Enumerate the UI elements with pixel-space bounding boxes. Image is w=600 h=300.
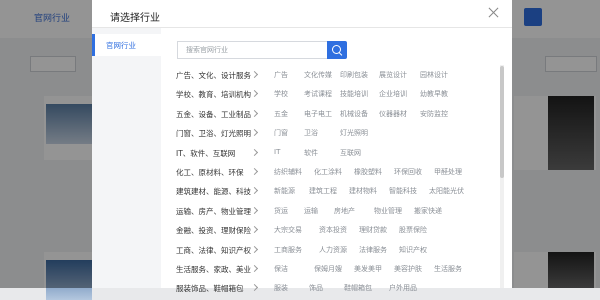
subcategory-tag[interactable]: 卫浴 [304,128,318,138]
subcategory-tag[interactable]: 大宗交易 [274,225,302,235]
subcategory-tag[interactable]: 服装 [274,283,288,293]
category-row: 服装饰品、鞋帽箱包 服装 饰品 鞋帽箱包 户外用品 [92,278,492,298]
subcategory-tag[interactable]: 甲醛处理 [434,167,462,177]
subcategory-tag[interactable]: 饰品 [309,283,323,293]
subcategory-tag[interactable]: 知识产权 [399,245,427,255]
subcategory-tag[interactable]: 五金 [274,109,288,119]
chevron-right-icon [250,206,259,214]
subcategory-tag[interactable]: 园林设计 [420,70,448,80]
subcategory-tag[interactable]: 展览设计 [379,70,407,80]
search-button[interactable] [327,41,347,59]
sidebar-item-label: 官网行业 [106,41,136,50]
chevron-right-icon [250,70,259,79]
close-icon[interactable] [487,6,501,20]
subcategory-tag[interactable]: 企业培训 [379,89,407,99]
chevron-right-icon [250,187,259,195]
subcategory-tag[interactable]: 工商服务 [274,245,302,255]
category-name[interactable]: 运输、房产、物业管理 [176,206,251,217]
category-row: 五金、设备、工业制品 五金 电子电工 机械设备 仪器器材 安防监控 [92,104,492,124]
category-name[interactable]: 工商、法律、知识产权 [176,245,251,256]
chevron-right-icon [250,245,259,253]
subcategory-tag[interactable]: 技能培训 [340,89,368,99]
subcategory-tag[interactable]: 房地产 [334,206,355,216]
subcategory-tag[interactable]: 资本投资 [319,225,347,235]
category-row: 工商、法律、知识产权 工商服务 人力资源 法律服务 知识产权 [92,240,492,260]
subcategory-tag[interactable]: 学校 [274,89,288,99]
category-row: 建筑建材、能源、科技 新能源 建筑工程 建材物料 智能科技 太阳能光伏 [92,181,492,201]
subcategory-tag[interactable]: 鞋帽箱包 [344,283,372,293]
subcategory-tag[interactable]: 理财贷款 [359,225,387,235]
subcategory-tag[interactable]: 股票保险 [399,225,427,235]
subcategory-tag[interactable]: 化工涂料 [314,167,342,177]
subcategory-tag[interactable]: IT [274,148,280,156]
category-name[interactable]: 建筑建材、能源、科技 [176,186,251,197]
category-name[interactable]: 金融、投资、理财保险 [176,225,251,236]
subcategory-tag[interactable]: 安防监控 [420,109,448,119]
category-row: 学校、教育、培训机构 学校 考试课程 技能培训 企业培训 幼教早教 [92,84,492,104]
category-row: IT、软件、互联网 IT 软件 互联网 [92,143,492,163]
subcategory-tag[interactable]: 人力资源 [319,245,347,255]
subcategory-tag[interactable]: 生活服务 [434,264,462,274]
chevron-right-icon [250,90,259,98]
subcategory-tag[interactable]: 建筑工程 [309,186,337,196]
category-name[interactable]: 服装饰品、鞋帽箱包 [176,283,244,294]
subcategory-tag[interactable]: 印刷包装 [340,70,368,80]
subcategory-tag[interactable]: 环保回收 [394,167,422,177]
chevron-right-icon [250,148,259,156]
category-name[interactable]: 学校、教育、培训机构 [176,89,251,100]
subcategory-tag[interactable]: 幼教早教 [420,89,448,99]
active-indicator [92,34,95,56]
subcategory-tag[interactable]: 运输 [304,206,318,216]
subcategory-tag[interactable]: 软件 [304,148,318,158]
category-name[interactable]: 门窗、卫浴、灯光照明 [176,128,251,139]
scrollbar-thumb[interactable] [500,66,504,178]
category-name[interactable]: 五金、设备、工业制品 [176,109,251,120]
subcategory-tag[interactable]: 新能源 [274,186,295,196]
category-row: 运输、房产、物业管理 货运 运输 房地产 物业管理 搬家快递 [92,201,492,221]
subcategory-tag[interactable]: 建材物料 [349,186,377,196]
chevron-right-icon [250,167,259,176]
subcategory-tag[interactable]: 搬家快递 [414,206,442,216]
category-row: 金融、投资、理财保险 大宗交易 资本投资 理财贷款 股票保险 [92,220,492,240]
subcategory-tag[interactable]: 美容护肤 [394,264,422,274]
subcategory-tag[interactable]: 仪器器材 [379,109,407,119]
chevron-right-icon [250,226,259,234]
subcategory-tag[interactable]: 机械设备 [340,109,368,119]
subcategory-tag[interactable]: 互联网 [340,148,361,158]
category-name[interactable]: IT、软件、互联网 [176,148,235,159]
subcategory-tag[interactable]: 文化传媒 [304,70,332,80]
category-name[interactable]: 化工、原材料、环保 [176,167,244,178]
chevron-right-icon [250,109,259,117]
chevron-right-icon [250,264,259,273]
category-row: 生活服务、家政、美业 保洁 保姆月嫂 美发美甲 美容护肤 生活服务 [92,259,492,279]
subcategory-tag[interactable]: 法律服务 [359,245,387,255]
industry-select-dialog: 请选择行业 官网行业 广告、文化、设计服务 广告 文化传媒印刷包装 展览设计 园林设计学… [92,0,512,293]
subcategory-tag[interactable]: 智能科技 [389,186,417,196]
subcategory-tag[interactable]: 广告 [274,70,288,80]
subcategory-tag[interactable]: 考试课程 [304,89,332,99]
category-row: 广告、文化、设计服务 广告 文化传媒 印刷包装 展览设计 园林设计 [92,65,492,85]
subcategory-tag[interactable]: 保洁 [274,264,288,274]
subcategory-tag[interactable]: 保姆月嫂 [314,264,342,274]
subcategory-tag[interactable]: 灯光照明 [340,128,368,138]
subcategory-tag[interactable]: 货运 [274,206,288,216]
category-row: 门窗、卫浴、灯光照明 门窗 卫浴 灯光照明 [92,123,492,143]
subcategory-tag[interactable]: 美发美甲 [354,264,382,274]
category-name[interactable]: 生活服务、家政、美业 [176,264,251,275]
subcategory-tag[interactable]: 电子电工 [304,109,332,119]
sidebar-item-official-industry[interactable]: 官网行业 [92,34,161,56]
subcategory-tag[interactable]: 物业管理 [374,206,402,216]
dialog-title: 请选择行业 [110,13,160,24]
subcategory-tag[interactable]: 橡胶塑料 [354,167,382,177]
chevron-right-icon [250,129,259,137]
subcategory-tag[interactable]: 门窗 [274,128,288,138]
category-name[interactable]: 广告、文化、设计服务 [176,70,251,81]
category-row: 化工、原材料、环保 纺织辅料 化工涂料 橡胶塑料 环保回收 甲醛处理 [92,162,492,182]
industry-search-input[interactable] [177,41,327,59]
subcategory-tag[interactable]: 太阳能光伏 [429,186,464,196]
subcategory-tag[interactable]: 户外用品 [389,283,417,293]
subcategory-tag[interactable]: 纺织辅料 [274,167,302,177]
